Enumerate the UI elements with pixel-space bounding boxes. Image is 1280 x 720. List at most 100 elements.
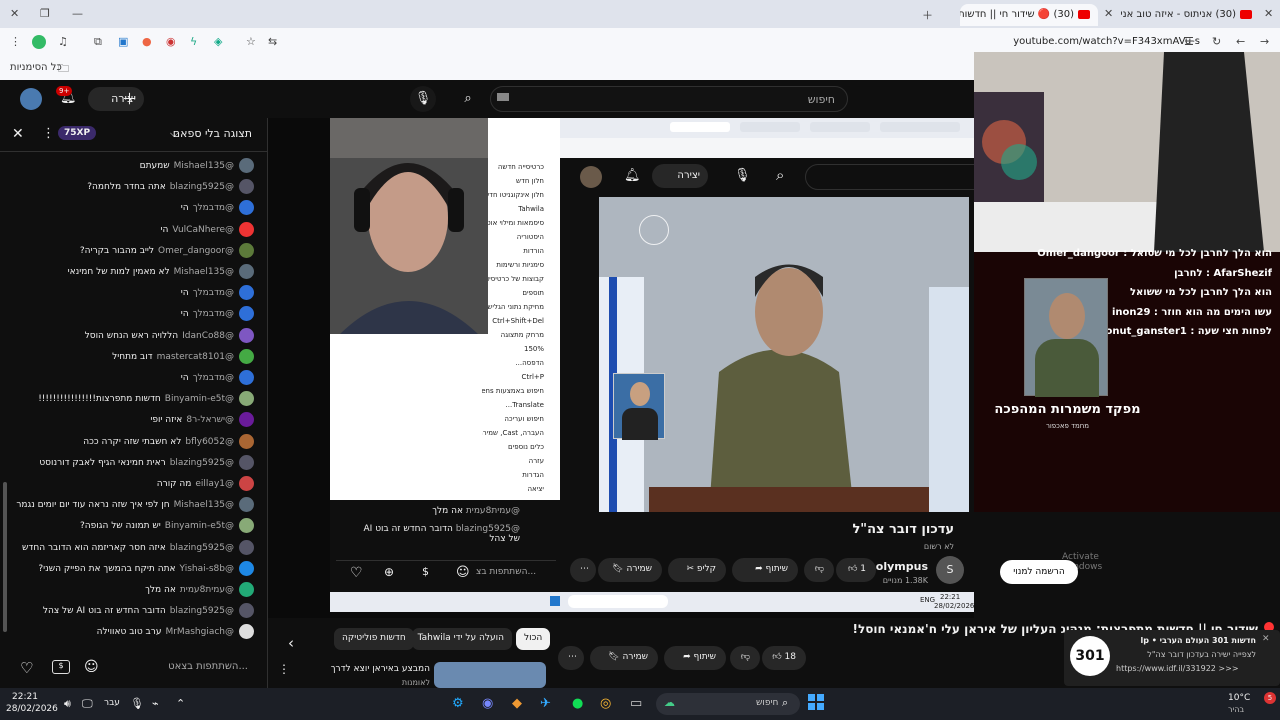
avatar[interactable] — [239, 179, 254, 195]
puzzle-icon[interactable]: ⧉ — [94, 35, 102, 49]
avatar[interactable] — [239, 158, 254, 173]
chat-author[interactable]: @eillay1 — [195, 479, 234, 489]
chat-author[interactable]: @MrMashgiach — [165, 627, 234, 637]
network-icon[interactable]: 🖵 — [82, 697, 93, 711]
chat-menu-icon[interactable]: ⋮ — [42, 126, 55, 141]
steam-icon[interactable]: ⚙ — [452, 696, 464, 711]
search-input[interactable]: חיפוש — [490, 86, 848, 112]
avatar[interactable] — [239, 348, 254, 364]
app-icon[interactable]: ◆ — [512, 696, 522, 711]
heart-icon[interactable]: ♡ — [20, 659, 33, 677]
avatar[interactable] — [239, 221, 254, 237]
extension-icon[interactable]: ◉ — [166, 35, 176, 48]
avatar[interactable] — [239, 242, 254, 258]
chat-author[interactable]: @blazing5925 — [170, 458, 234, 468]
new-tab-icon[interactable]: ＋ — [922, 7, 933, 23]
avatar[interactable] — [20, 88, 42, 110]
avatar[interactable] — [239, 539, 254, 555]
save-button[interactable]: שמירה 🔖︎ — [590, 646, 658, 670]
minimize-icon[interactable]: — — [72, 7, 83, 20]
super-chat-icon[interactable]: $ — [52, 660, 70, 674]
chat-input[interactable]: השתתפות בצאט... — [168, 661, 248, 672]
start-button[interactable] — [808, 694, 824, 710]
chat-author[interactable]: @מדבמלך — [193, 203, 234, 213]
voice-search-icon[interactable]: 🎙︎ — [410, 86, 436, 112]
tray-chevron-up-icon[interactable]: ⌃ — [176, 697, 185, 710]
file-explorer-icon[interactable]: ▭ — [630, 696, 642, 711]
maximize-icon[interactable]: ❐ — [40, 7, 50, 20]
avatar[interactable] — [239, 264, 254, 279]
tab-live-news[interactable]: (30) 🔴 שידור חי || חדשות ... — [960, 4, 1098, 26]
idf-spokesperson-video[interactable] — [599, 197, 969, 512]
site-settings-icon[interactable]: ⇆ — [268, 35, 277, 48]
suggested-video-thumbnail[interactable] — [434, 662, 546, 688]
chat-author[interactable]: @מדבמלך — [193, 288, 234, 298]
avatar[interactable] — [239, 582, 254, 597]
telegram-icon[interactable]: ✈ — [540, 696, 551, 711]
taskbar-search[interactable]: ☁ חיפוש ⌕ — [656, 693, 800, 715]
avatar[interactable] — [239, 433, 254, 449]
avatar[interactable] — [239, 603, 254, 619]
dislike-button[interactable]: 👎︎ — [730, 646, 760, 670]
chat-author[interactable]: @VulCaNhere — [172, 225, 234, 235]
avatar[interactable] — [239, 370, 254, 385]
more-icon[interactable]: ⋯ — [558, 646, 584, 670]
back-icon[interactable]: ← — [1236, 35, 1245, 48]
like-button[interactable]: 18 👍︎ — [762, 646, 806, 670]
extension-icon[interactable]: ◈ — [214, 35, 222, 48]
chat-author[interactable]: @Mishael135 — [174, 267, 234, 277]
chrome-icon[interactable]: ◎ — [600, 696, 611, 711]
volume-icon[interactable]: 🔊︎ — [64, 697, 71, 711]
address-bar[interactable]: youtube.com/watch?v=F343xmAVu-s — [1013, 36, 1200, 47]
screen-icon[interactable]: ▣ — [118, 35, 128, 48]
chat-author[interactable]: @Binyamin-e5t — [165, 521, 234, 531]
chat-author[interactable]: @Binyamin-e5t — [165, 394, 234, 404]
tab-close-icon[interactable]: ✕ — [1104, 7, 1113, 20]
spotify-icon[interactable]: ● — [572, 696, 583, 711]
avatar[interactable] — [239, 285, 254, 301]
chat-author[interactable]: @Yishai-s8b — [180, 564, 234, 574]
notification-badge[interactable]: 5 — [1264, 692, 1276, 704]
weather-temp[interactable]: 10°C — [1228, 693, 1250, 703]
desktop-notification[interactable]: 301 ✕ חדשות 301 העולם הערבי • lp לצפייה … — [1064, 630, 1280, 686]
chat-author[interactable]: @blazing5925 — [170, 543, 234, 553]
share-button[interactable]: שיתוף ➦ — [664, 646, 726, 670]
profile-avatar[interactable] — [32, 35, 46, 49]
extension-icon[interactable]: ● — [142, 35, 152, 48]
more-options-icon[interactable]: ⋮ — [278, 662, 290, 676]
avatar[interactable] — [239, 454, 254, 470]
search-icon[interactable]: ⌕ — [455, 86, 481, 112]
avatar[interactable] — [239, 624, 254, 640]
language-indicator[interactable]: עבר — [104, 698, 120, 708]
chip-politics[interactable]: חדשות פוליטיקה — [334, 628, 414, 650]
clock-date[interactable]: 28/02/2026 — [6, 704, 58, 714]
chevron-left-icon[interactable]: ‹ — [288, 634, 294, 652]
chat-author[interactable]: @עמית8עמית — [180, 585, 234, 595]
chat-scrollbar[interactable] — [2, 152, 7, 652]
menu-dots-icon[interactable]: ⋮ — [10, 35, 21, 48]
close-chat-icon[interactable]: ✕ — [12, 126, 24, 142]
tab-anitos[interactable]: (30) אניתוס - איזה טוב אני גראי — [1118, 4, 1260, 26]
translate-icon[interactable]: ϟ — [190, 35, 197, 48]
avatar[interactable] — [239, 560, 254, 576]
chat-author[interactable]: @Mishael135 — [174, 161, 234, 171]
bookmark-star-icon[interactable]: ☆ — [246, 35, 256, 48]
avatar[interactable] — [239, 476, 254, 491]
close-notification-icon[interactable]: ✕ — [1262, 634, 1270, 644]
clock-time[interactable]: 22:21 — [12, 692, 38, 702]
avatar[interactable] — [239, 518, 254, 534]
tune-icon[interactable]: ☰ — [1184, 35, 1194, 48]
chat-author[interactable]: @Omer_dangoor — [158, 246, 234, 256]
create-button[interactable]: יצירה ＋ — [88, 87, 144, 111]
chip-uploaded-by[interactable]: הועלה על ידי Tahwila — [412, 628, 512, 650]
chat-author[interactable]: @מדבמלך — [193, 309, 234, 319]
mic-icon[interactable]: 🎙︎ — [130, 697, 144, 710]
avatar[interactable] — [239, 327, 254, 343]
avatar[interactable] — [239, 306, 254, 322]
keyboard-icon[interactable] — [497, 93, 509, 101]
extension-icon[interactable]: ♫ — [58, 35, 68, 48]
discord-icon[interactable]: ◉ — [482, 696, 493, 711]
chat-author[interactable]: @ישראל-ר8 — [186, 415, 234, 425]
suggested-video-title[interactable]: המבצע באיראן יוצא לדרך — [296, 664, 430, 674]
chat-author[interactable]: @Mishael135 — [174, 500, 234, 510]
